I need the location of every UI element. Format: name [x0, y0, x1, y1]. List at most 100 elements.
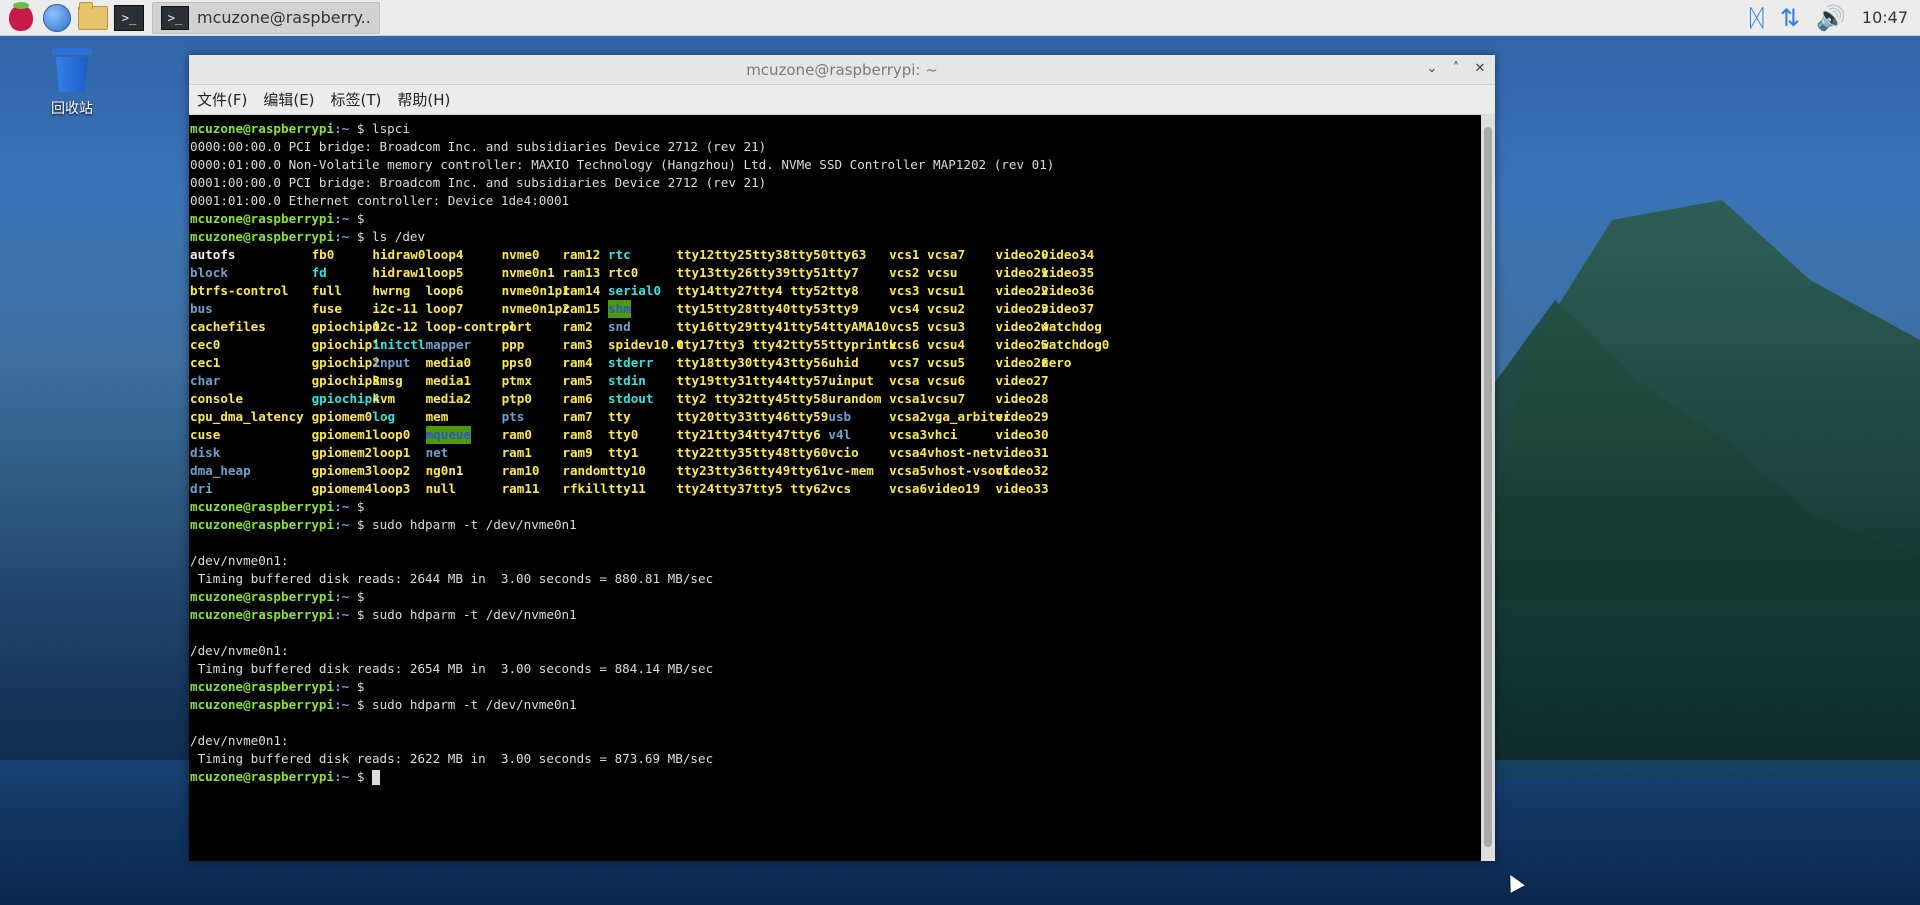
ls-cell: disk: [190, 444, 312, 462]
ls-cell: tty25: [714, 246, 752, 264]
taskbar: >_ >_ mcuzone@raspberry.. ᛞ ⇅ 🔊 10:47: [0, 0, 1920, 36]
ls-entry: vcsu2: [927, 301, 966, 316]
ls-entry: tty50: [790, 247, 829, 262]
window-titlebar[interactable]: mcuzone@raspberrypi: ~ ⌄ ˄ ✕: [189, 55, 1495, 85]
ls-entry: serial0: [607, 283, 662, 298]
ls-cell: ram8: [562, 426, 608, 444]
close-icon[interactable]: ✕: [1473, 60, 1487, 78]
prompt-line: mcuzone@raspberrypi:~ $ sudo hdparm -t /…: [190, 606, 1481, 624]
ls-entry: tty52: [790, 283, 829, 298]
ls-cell: tty34: [714, 426, 752, 444]
ls-entry: vcs3: [889, 283, 920, 298]
ls-cell: tty24: [676, 480, 714, 498]
ls-cell: video35: [1041, 264, 1117, 282]
ls-entry: ram13: [562, 265, 601, 280]
maximize-icon[interactable]: ˄: [1449, 60, 1463, 78]
minimize-icon[interactable]: ⌄: [1425, 60, 1439, 78]
ls-entry: rfkill: [562, 481, 608, 496]
taskbar-terminal-window-button[interactable]: >_ mcuzone@raspberry..: [152, 1, 380, 34]
ls-entry: gpiomem1: [311, 427, 373, 442]
ls-entry: tty7: [828, 265, 859, 280]
ls-cell: pps0: [502, 354, 563, 372]
file-manager-icon[interactable]: [78, 1, 108, 33]
ls-cell: serial0: [608, 282, 676, 300]
menu-help[interactable]: 帮助(H): [397, 89, 450, 110]
terminal-output[interactable]: mcuzone@raspberrypi:~ $ lspci 0000:00:00.…: [189, 115, 1481, 861]
ls-cell: vcsu3: [927, 318, 995, 336]
ls-cell: gpiochip0: [312, 318, 380, 336]
scrollbar-thumb[interactable]: [1484, 127, 1492, 847]
ls-cell: tty6: [790, 426, 828, 444]
menu-tabs[interactable]: 标签(T): [331, 89, 382, 110]
ls-cell: tty3: [714, 336, 752, 354]
ls-cell: video20: [996, 246, 1049, 264]
ls-cell: tty36: [714, 462, 752, 480]
ls-cell: vcsu2: [927, 300, 995, 318]
ls-cell: tty31: [714, 372, 752, 390]
bluetooth-icon[interactable]: ᛞ: [1749, 6, 1763, 30]
ls-cell: loop5: [426, 264, 502, 282]
ls-entry: cec1: [190, 355, 221, 370]
terminal-scrollbar[interactable]: [1481, 115, 1495, 861]
terminal-launcher-icon[interactable]: >_: [114, 3, 144, 33]
ls-row: console gpiochip4 kvm media2 ptp0 ram6 stdout t…: [190, 390, 1481, 408]
web-browser-icon[interactable]: [42, 3, 72, 33]
ls-entry: tty: [607, 409, 631, 424]
ls-entry: dma_heap: [190, 463, 251, 478]
ls-entry: loop1: [372, 445, 411, 460]
ls-cell: autofs: [190, 246, 312, 264]
menu-edit[interactable]: 编辑(E): [263, 89, 314, 110]
ls-entry: vcsu7: [927, 391, 966, 406]
ls-cell: ram10: [502, 462, 563, 480]
ls-entry: vcsa1: [889, 391, 928, 406]
ls-cell: vcsa5: [889, 462, 927, 480]
prompt-user: mcuzone@raspberrypi: [190, 697, 335, 712]
terminal-icon: >_: [161, 5, 189, 30]
ls-entry: gpiochip3: [311, 373, 380, 388]
ls-entry: spidev10.0: [607, 337, 684, 352]
ls-entry: gpiochip1: [311, 337, 380, 352]
prompt-line: mcuzone@raspberrypi:~ $: [190, 768, 1481, 786]
ls-entry: vhost-net: [927, 445, 996, 460]
ls-cell: ram12: [562, 246, 608, 264]
ls-entry: kvm: [372, 391, 396, 406]
ls-cell: log: [372, 408, 425, 426]
ls-cell: dma_heap: [190, 462, 312, 480]
raspberry-menu-icon[interactable]: [6, 1, 36, 33]
network-icon[interactable]: ⇅: [1780, 6, 1800, 30]
ls-entry: usb: [828, 409, 852, 424]
clock[interactable]: 10:47: [1862, 8, 1908, 27]
volume-icon[interactable]: 🔊: [1816, 6, 1846, 30]
ls-cell: tty61: [790, 462, 828, 480]
prompt-user: mcuzone@raspberrypi: [190, 607, 335, 622]
ls-entry: bus: [190, 301, 213, 316]
ls-entry: uinput: [828, 373, 874, 388]
ls-cell: video37: [1041, 300, 1117, 318]
ls-entry: ram1: [501, 445, 532, 460]
menu-file[interactable]: 文件(F): [197, 89, 247, 110]
ls-entry: char: [190, 373, 221, 388]
ls-entry: tty9: [828, 301, 859, 316]
ls-cell: media0: [426, 354, 502, 372]
ls-entry: tty5: [752, 481, 783, 496]
ls-cell: loop4: [426, 246, 502, 264]
ls-cell: gpiochip3: [312, 372, 380, 390]
ls-cell: tty2: [676, 390, 714, 408]
trash-desktop-icon[interactable]: 回收站: [42, 48, 102, 118]
ls-cell: [1041, 480, 1117, 498]
ls-row: char gpiochip3 kmsg media1 ptmx ram5 stdin tty1…: [190, 372, 1481, 390]
prompt-symbol: $: [349, 229, 372, 244]
ls-cell: tty14: [676, 282, 714, 300]
ls-cell: tty30: [714, 354, 752, 372]
ls-cell: video23: [996, 300, 1049, 318]
ls-entry: ttyAMA10: [828, 319, 890, 334]
prompt-path: :~: [334, 517, 350, 532]
ls-cell: ram5: [562, 372, 608, 390]
ls-entry: cec0: [190, 337, 221, 352]
ls-entry: loop3: [372, 481, 411, 496]
ls-cell: fb0: [312, 246, 373, 264]
ls-entry: ttyprintk: [828, 337, 897, 352]
command-text: sudo hdparm -t /dev/nvme0n1: [371, 517, 577, 532]
ls-cell: port: [502, 318, 563, 336]
ls-entry: tty17: [676, 337, 715, 352]
